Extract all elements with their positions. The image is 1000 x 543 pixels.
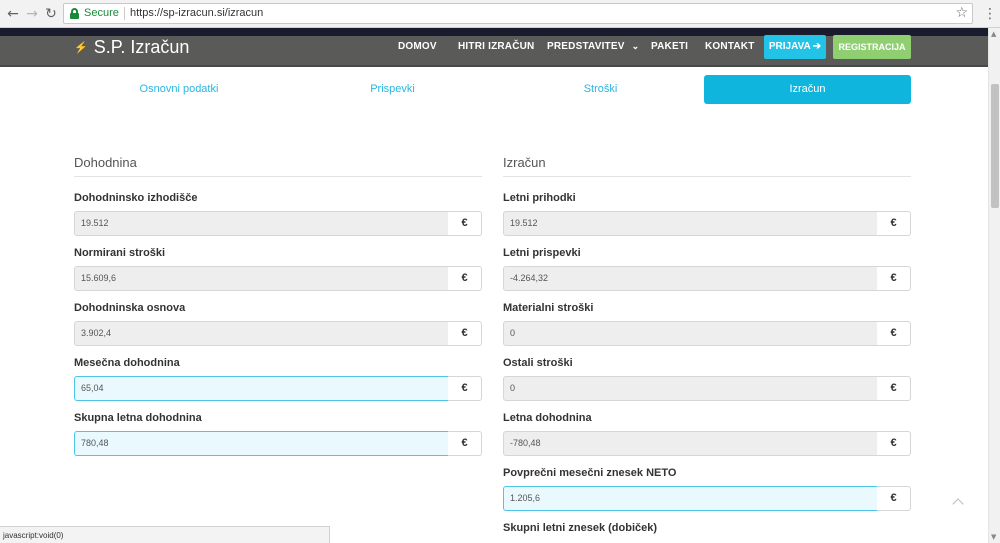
field-label: Letni prispevki <box>503 247 581 259</box>
nav-domov[interactable]: DOMOV <box>398 41 437 52</box>
tab-osnovni-podatki[interactable]: Osnovni podatki <box>74 75 284 104</box>
normirani-stroski-input[interactable]: 15.609,6 <box>74 266 449 291</box>
chevron-down-icon: ⌄ <box>631 41 640 51</box>
euro-addon: € <box>877 486 911 511</box>
field-label: Ostali stroški <box>503 357 573 369</box>
nav-paketi[interactable]: PAKETI <box>651 41 688 52</box>
field-label: Skupni letni znesek (dobiček) <box>503 522 658 534</box>
euro-addon: € <box>877 431 911 456</box>
ostali-stroski-input[interactable]: 0 <box>503 376 878 401</box>
euro-addon: € <box>448 321 482 346</box>
nav-predstavitev-label: PREDSTAVITEV <box>547 41 625 52</box>
tab-stroski[interactable]: Stroški <box>497 75 704 104</box>
euro-addon: € <box>448 211 482 236</box>
field-label: Skupna letna dohodnina <box>74 412 202 424</box>
dohodninsko-izhodisce-input[interactable]: 19.512 <box>74 211 449 236</box>
mesecna-dohodnina-input[interactable]: 65,04 <box>74 376 449 401</box>
secure-label: Secure <box>84 7 119 19</box>
dohodninska-osnova-input[interactable]: 3.902,4 <box>74 321 449 346</box>
nav-kontakt[interactable]: KONTAKT <box>705 41 755 52</box>
divider <box>124 7 125 20</box>
star-icon[interactable]: ☆ <box>955 5 968 21</box>
section-title-dohodnina: Dohodnina <box>74 155 137 170</box>
browser-toolbar: ← → ↻ Secure https://sp-izracun.si/izrac… <box>0 0 1000 28</box>
field-label: Povprečni mesečni znesek NETO <box>503 467 677 479</box>
field-label: Letna dohodnina <box>503 412 592 424</box>
scroll-to-top-icon[interactable] <box>951 496 965 510</box>
field-label: Dohodninsko izhodišče <box>74 192 198 204</box>
field-label: Materialni stroški <box>503 302 594 314</box>
register-button[interactable]: REGISTRACIJA <box>833 35 911 59</box>
euro-addon: € <box>877 266 911 291</box>
euro-addon: € <box>448 431 482 456</box>
section-divider <box>74 176 482 177</box>
url-text[interactable]: https://sp-izracun.si/izracun <box>130 7 263 19</box>
section-title-izracun: Izračun <box>503 155 546 170</box>
tab-prispevki[interactable]: Prispevki <box>289 75 496 104</box>
scroll-down-icon[interactable]: ▼ <box>991 533 996 541</box>
site-header: ⚡ S.P. Izračun DOMOV HITRI IZRAČUN PREDST… <box>0 35 988 67</box>
povprecni-mesecni-znesek-input[interactable]: 1.205,6 <box>503 486 878 511</box>
nav-predstavitev[interactable]: PREDSTAVITEV ⌄ <box>547 41 639 52</box>
reload-icon[interactable]: ↻ <box>42 5 60 23</box>
lock-icon <box>70 8 79 19</box>
scroll-thumb[interactable] <box>991 84 999 208</box>
materialni-stroski-input[interactable]: 0 <box>503 321 878 346</box>
scroll-up-icon[interactable]: ▲ <box>991 30 996 38</box>
letna-dohodnina-input[interactable]: -780,48 <box>503 431 878 456</box>
field-label: Letni prihodki <box>503 192 576 204</box>
site-logo[interactable]: ⚡ S.P. Izračun <box>74 37 189 58</box>
address-bar[interactable]: Secure https://sp-izracun.si/izracun ☆ <box>63 3 973 24</box>
login-button[interactable]: PRIJAVA ➔ <box>764 35 826 59</box>
status-bar: javascript:void(0) <box>0 526 330 543</box>
section-divider <box>503 176 911 177</box>
field-label: Dohodninska osnova <box>74 302 186 314</box>
arrow-right-icon[interactable]: → <box>23 5 41 23</box>
login-button-label: PRIJAVA <box>768 41 811 52</box>
letni-prispevki-input[interactable]: -4.264,32 <box>503 266 878 291</box>
kebab-menu-icon[interactable]: ⋮ <box>983 5 997 23</box>
euro-addon: € <box>448 266 482 291</box>
arrow-right-icon: ➔ <box>812 41 822 52</box>
nav-hitri-izracun[interactable]: HITRI IZRAČUN <box>458 41 534 52</box>
euro-addon: € <box>448 376 482 401</box>
letni-prihodki-input[interactable]: 19.512 <box>503 211 878 236</box>
field-label: Mesečna dohodnina <box>74 357 180 369</box>
logo-text: S.P. Izračun <box>93 37 190 57</box>
page-scrollbar[interactable]: ▲ ▼ <box>988 28 1000 543</box>
tab-izracun[interactable]: Izračun <box>704 75 911 104</box>
euro-addon: € <box>877 376 911 401</box>
bolt-icon: ⚡ <box>74 42 88 54</box>
arrow-left-icon[interactable]: ← <box>4 5 22 23</box>
field-label: Normirani stroški <box>74 247 166 259</box>
skupna-letna-dohodnina-input[interactable]: 780,48 <box>74 431 449 456</box>
euro-addon: € <box>877 321 911 346</box>
euro-addon: € <box>877 211 911 236</box>
